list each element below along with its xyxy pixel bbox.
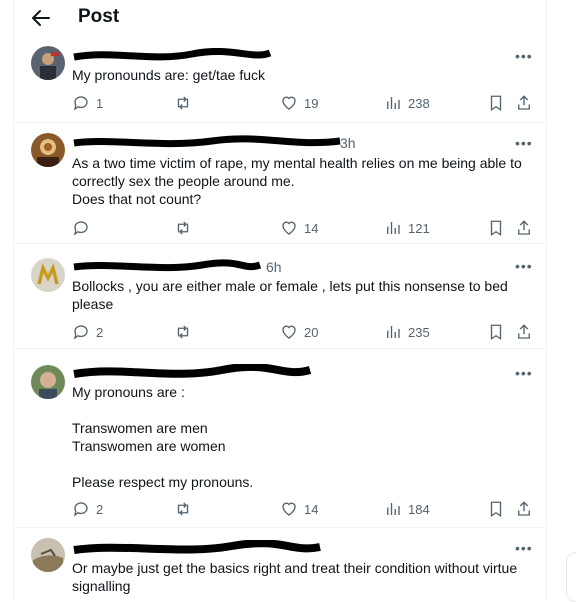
reply-icon [73, 96, 88, 111]
post-time: 6h [266, 259, 282, 275]
retweet-icon [177, 502, 189, 516]
post-actions: 2 20 235 [72, 322, 534, 342]
reply-count: 2 [96, 501, 104, 517]
like-count: 20 [304, 324, 319, 340]
share-button[interactable] [515, 93, 533, 113]
post-text: My pronouns are : Transwomen are men Tra… [72, 384, 254, 490]
share-icon [518, 501, 530, 516]
reply-button[interactable]: 2 [72, 499, 103, 519]
avatar[interactable] [31, 258, 65, 292]
more-options-icon[interactable]: ••• [515, 258, 533, 274]
views-button[interactable]: 238 [384, 93, 430, 113]
post-text: Or maybe just get the basics right and t… [72, 560, 518, 594]
reply-button[interactable]: 2 [72, 322, 103, 342]
views-icon [387, 326, 400, 338]
retweet-button[interactable] [174, 93, 192, 113]
back-arrow-icon[interactable] [29, 6, 53, 30]
avatar[interactable] [31, 538, 65, 572]
post-author-line [72, 48, 272, 64]
reply-icon [73, 221, 88, 236]
share-icon [518, 324, 530, 339]
bookmark-icon [490, 501, 502, 518]
retweet-icon [177, 325, 189, 339]
post-author-line: 3h [72, 135, 356, 151]
like-count: 14 [304, 220, 319, 236]
post-text: My pronounds are: get/tae fuck [72, 67, 265, 83]
page-title: Post [78, 6, 120, 27]
views-button[interactable]: 184 [384, 499, 430, 519]
heart-icon [282, 502, 296, 516]
retweet-button[interactable] [174, 499, 192, 519]
reply-post[interactable]: ••• My pronounds are: get/tae fuck 1 19 … [14, 38, 546, 123]
retweet-button[interactable] [174, 218, 192, 238]
more-options-icon[interactable]: ••• [515, 365, 533, 381]
post-author-line: 6h [72, 259, 292, 275]
share-button[interactable] [515, 499, 533, 519]
like-button[interactable]: 20 [280, 322, 318, 342]
like-button[interactable]: 14 [280, 218, 318, 238]
views-icon [387, 222, 400, 234]
more-options-icon[interactable]: ••• [515, 135, 533, 151]
avatar[interactable] [31, 133, 65, 167]
reply-post[interactable]: ••• My pronouns are : Transwomen are men… [14, 349, 546, 528]
post-actions: 2 14 184 [72, 499, 534, 519]
bookmark-button[interactable] [487, 93, 505, 113]
side-panel-edge [566, 552, 576, 602]
avatar[interactable] [31, 46, 65, 80]
top-bar: Post [14, 0, 546, 38]
post-actions: 1 19 238 [72, 93, 534, 113]
reply-button[interactable]: 1 [72, 93, 103, 113]
retweet-icon [177, 221, 189, 235]
post-author-line [72, 364, 312, 380]
post-text: Bollocks , you are either male or female… [72, 278, 508, 312]
post-author-line [72, 540, 322, 556]
views-icon [387, 503, 400, 515]
like-button[interactable]: 14 [280, 499, 318, 519]
like-count: 14 [304, 501, 319, 517]
reply-post[interactable]: 3h ••• As a two time victim of rape, my … [14, 123, 546, 244]
share-icon [518, 220, 530, 235]
retweet-button[interactable] [174, 322, 192, 342]
bookmark-icon [490, 95, 502, 112]
bookmark-button[interactable] [487, 218, 505, 238]
bookmark-icon [490, 324, 502, 341]
share-button[interactable] [515, 218, 533, 238]
views-count: 184 [408, 501, 430, 517]
like-count: 19 [304, 95, 319, 111]
reply-post[interactable]: 6h ••• Bollocks , you are either male or… [14, 244, 546, 349]
views-button[interactable]: 121 [384, 218, 430, 238]
retweet-icon [177, 96, 189, 110]
share-icon [518, 95, 530, 110]
like-button[interactable]: 19 [280, 93, 318, 113]
heart-icon [282, 221, 296, 235]
views-icon [387, 97, 400, 109]
post-text: As a two time victim of rape, my mental … [72, 155, 522, 207]
bookmark-button[interactable] [487, 322, 505, 342]
share-button[interactable] [515, 322, 533, 342]
heart-icon [282, 96, 296, 110]
reply-post[interactable]: ••• Or maybe just get the basics right a… [14, 528, 546, 600]
post-column: Post ••• My pronounds are: get/tae fuck … [13, 0, 547, 600]
reply-button[interactable] [72, 218, 90, 238]
views-count: 235 [408, 324, 430, 340]
views-button[interactable]: 235 [384, 322, 430, 342]
reply-count: 2 [96, 324, 104, 340]
bookmark-button[interactable] [487, 499, 505, 519]
post-actions: 14 121 [72, 218, 534, 238]
more-options-icon[interactable]: ••• [515, 540, 533, 556]
heart-icon [282, 325, 296, 339]
views-count: 121 [408, 220, 430, 236]
bookmark-icon [490, 220, 502, 237]
views-count: 238 [408, 95, 430, 111]
avatar[interactable] [31, 365, 65, 399]
reply-count: 1 [96, 95, 104, 111]
more-options-icon[interactable]: ••• [515, 48, 533, 64]
reply-icon [73, 502, 88, 517]
post-time: 3h [340, 135, 356, 151]
reply-icon [73, 325, 88, 340]
